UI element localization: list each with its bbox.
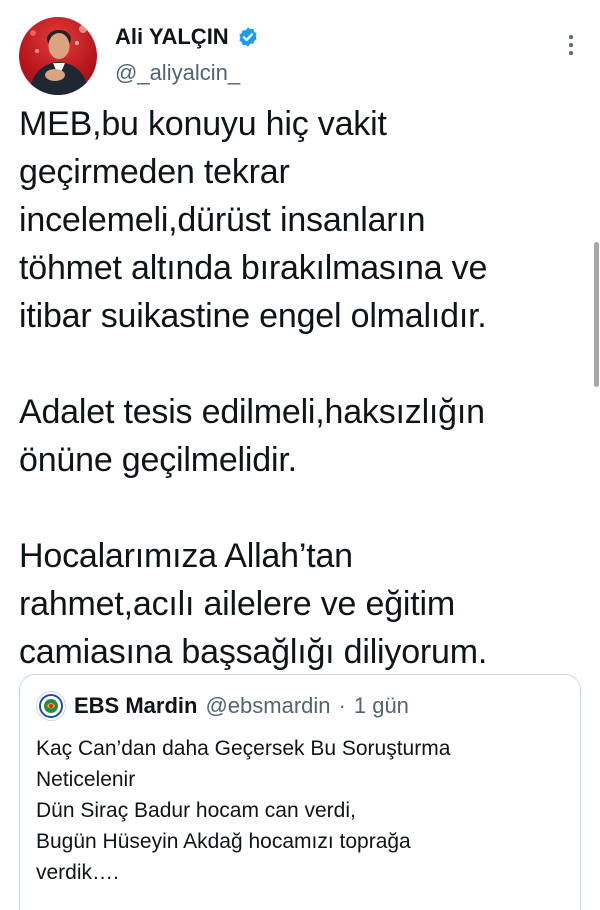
author-handle[interactable]: @_aliyalcin_ bbox=[115, 60, 240, 86]
tweet-line: Hocalarımıza Allah’tan bbox=[19, 537, 353, 575]
tweet-line: camiasına başsağlığı diliyorum. bbox=[19, 633, 488, 671]
tweet-page: Ali YALÇIN @_aliyalcin_ MEB,bu konuyu hi… bbox=[0, 0, 600, 910]
quoted-timestamp[interactable]: 1 gün bbox=[354, 693, 409, 719]
page-scrollbar[interactable] bbox=[592, 0, 600, 910]
tweet-line: Adalet tesis edilmeli,haksızlığın bbox=[19, 393, 485, 431]
quoted-line: Kaç Can’dan daha Geçersek Bu Soruşturma bbox=[36, 737, 451, 760]
tweet-line: önüne geçilmelidir. bbox=[19, 441, 297, 479]
quoted-line: Dün Siraç Badur hocam can verdi, bbox=[36, 799, 356, 822]
tweet-line: incelemeli,dürüst insanların bbox=[19, 201, 426, 239]
tweet-line: itibar suikastine engel olmalıdır. bbox=[19, 297, 487, 335]
quoted-display-name[interactable]: EBS Mardin bbox=[74, 693, 197, 719]
quoted-separator: · bbox=[338, 693, 346, 718]
tweet-paragraph: Adalet tesis edilmeli,haksızlığın önüne … bbox=[19, 388, 579, 484]
quoted-tweet-card[interactable]: EBS Mardin @ebsmardin · 1 gün Kaç Can’da… bbox=[19, 674, 581, 910]
author-avatar[interactable] bbox=[19, 17, 97, 95]
verified-badge-icon bbox=[239, 27, 257, 47]
quoted-line: Neticelenir bbox=[36, 768, 136, 791]
quoted-author-avatar[interactable] bbox=[36, 691, 66, 721]
tweet-text: MEB,bu konuyu hiç vakit geçirmeden tekra… bbox=[19, 100, 579, 676]
quoted-handle[interactable]: @ebsmardin bbox=[205, 693, 330, 719]
tweet-paragraph: MEB,bu konuyu hiç vakit geçirmeden tekra… bbox=[19, 100, 579, 340]
tweet-line: töhmet altında bırakılmasına ve bbox=[19, 249, 488, 287]
scrollbar-thumb[interactable] bbox=[594, 242, 599, 387]
author-display-name[interactable]: Ali YALÇIN bbox=[115, 24, 229, 50]
more-options-icon[interactable] bbox=[556, 30, 586, 60]
quoted-tweet-text: Kaç Can’dan daha Geçersek Bu Soruşturma … bbox=[36, 733, 556, 888]
quoted-line: Bugün Hüseyin Akdağ hocamızı toprağa bbox=[36, 830, 411, 853]
tweet-line: geçirmeden tekrar bbox=[19, 153, 290, 191]
quoted-tweet-header: EBS Mardin @ebsmardin · 1 gün bbox=[36, 691, 409, 721]
tweet-line: rahmet,acılı ailelere ve eğitim bbox=[19, 585, 455, 623]
author-name-row: Ali YALÇIN bbox=[115, 24, 259, 50]
tweet-paragraph: Hocalarımıza Allah’tan rahmet,acılı aile… bbox=[19, 532, 579, 676]
tweet-line: MEB,bu konuyu hiç vakit bbox=[19, 105, 387, 143]
quoted-line: verdik…. bbox=[36, 861, 119, 884]
